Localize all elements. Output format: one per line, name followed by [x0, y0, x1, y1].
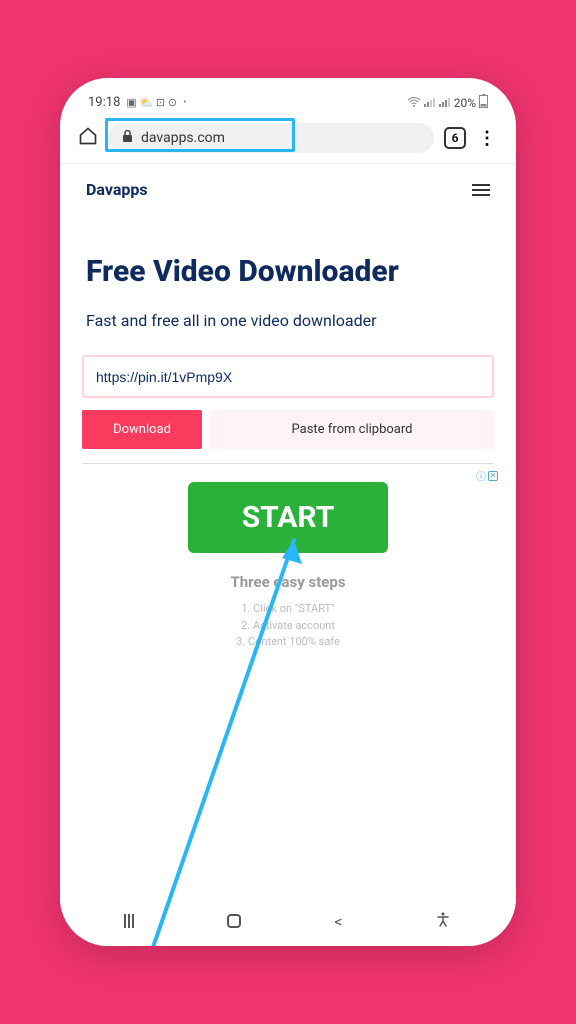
- paste-clipboard-button[interactable]: Paste from clipboard: [210, 410, 494, 449]
- site-header: Davapps: [60, 164, 516, 209]
- battery-icon: [479, 94, 488, 111]
- nav-back-icon[interactable]: <: [334, 912, 342, 931]
- brand-logo[interactable]: Davapps: [86, 180, 148, 199]
- android-nav-bar: <: [60, 896, 516, 946]
- ad-block: ⓘ ✕ START Three easy steps 1. Click on "…: [82, 463, 494, 651]
- ad-step-3: 3. Content 100% safe: [82, 634, 494, 651]
- hamburger-icon[interactable]: [472, 184, 490, 196]
- menu-dots-icon[interactable]: ⋮: [476, 128, 498, 149]
- ad-close-icon[interactable]: ✕: [488, 471, 498, 481]
- ad-step-2: 2. Activate account: [82, 618, 494, 635]
- phone-frame: 19:18 ▣ ⛅ ⊡ ⊙ • 20%: [60, 78, 516, 946]
- ad-badge: ⓘ ✕: [476, 468, 498, 483]
- ad-info-icon[interactable]: ⓘ: [476, 468, 486, 483]
- tab-count-button[interactable]: 6: [444, 127, 466, 149]
- home-icon[interactable]: [78, 126, 98, 151]
- url-input[interactable]: [96, 369, 480, 385]
- download-button[interactable]: Download: [82, 410, 202, 449]
- ad-step-1: 1. Click on "START": [82, 601, 494, 618]
- wifi-icon: [407, 96, 421, 110]
- ad-start-button[interactable]: START: [188, 482, 388, 553]
- button-row: Download Paste from clipboard: [82, 410, 494, 449]
- url-bar[interactable]: davapps.com: [108, 123, 434, 153]
- signal-icon-2: [439, 96, 451, 110]
- page-subtitle: Fast and free all in one video downloade…: [86, 310, 490, 332]
- status-icons-left: ▣ ⛅ ⊡ ⊙: [126, 96, 177, 109]
- status-time: 19:18: [88, 95, 120, 110]
- page-title: Free Video Downloader: [86, 255, 490, 290]
- status-dot: •: [183, 97, 186, 108]
- url-input-wrap[interactable]: [82, 355, 494, 398]
- nav-recent-icon[interactable]: [124, 914, 134, 928]
- battery-text: 20%: [454, 96, 476, 110]
- hero-section: Free Video Downloader Fast and free all …: [60, 209, 516, 331]
- status-bar: 19:18 ▣ ⛅ ⊡ ⊙ • 20%: [60, 78, 516, 115]
- signal-icon: [424, 96, 436, 110]
- nav-home-icon[interactable]: [227, 914, 241, 928]
- url-text: davapps.com: [141, 130, 225, 146]
- lock-icon: [122, 130, 133, 146]
- nav-accessibility-icon[interactable]: [435, 911, 451, 931]
- ad-steps: 1. Click on "START" 2. Activate account …: [82, 601, 494, 651]
- browser-bar: davapps.com 6 ⋮: [60, 115, 516, 164]
- ad-subtitle: Three easy steps: [82, 573, 494, 591]
